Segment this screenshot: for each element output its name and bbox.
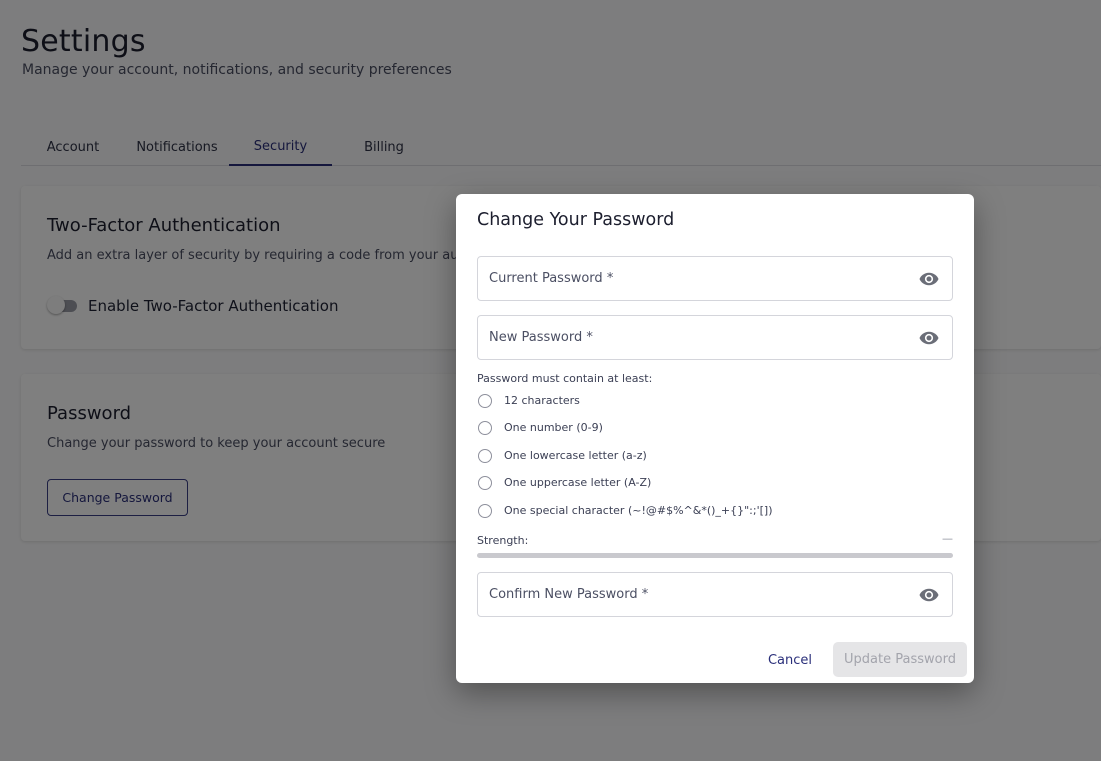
dialog-title: Change Your Password <box>477 210 675 230</box>
requirements-title: Password must contain at least: <box>477 372 653 385</box>
requirement-status-icon <box>478 449 492 463</box>
eye-icon[interactable] <box>918 328 940 348</box>
requirement-status-icon <box>478 504 492 518</box>
requirement-status-icon <box>478 476 492 490</box>
requirement-text: 12 characters <box>504 394 580 407</box>
requirement-item: 12 characters <box>477 393 937 409</box>
strength-value: — <box>942 532 953 545</box>
confirm-password-label: Confirm New Password * <box>489 587 649 602</box>
eye-icon[interactable] <box>918 269 940 289</box>
new-password-label: New Password * <box>489 330 593 345</box>
requirement-text: One special character (~!@#$%^&*()_+{}":… <box>504 504 773 517</box>
eye-icon[interactable] <box>918 585 940 605</box>
requirement-status-icon <box>478 394 492 408</box>
update-password-button[interactable]: Update Password <box>833 642 967 677</box>
requirement-item: One lowercase letter (a-z) <box>477 448 937 464</box>
confirm-password-field[interactable]: Confirm New Password * <box>477 572 953 617</box>
requirement-item: One special character (~!@#$%^&*()_+{}":… <box>477 503 937 519</box>
requirement-item: One number (0-9) <box>477 420 937 436</box>
current-password-field[interactable]: Current Password * <box>477 256 953 301</box>
change-password-dialog: Change Your Password Current Password * … <box>456 194 974 683</box>
requirement-text: One lowercase letter (a-z) <box>504 449 647 462</box>
strength-meter <box>477 553 953 558</box>
strength-label: Strength: <box>477 534 529 547</box>
requirement-text: One number (0-9) <box>504 421 603 434</box>
new-password-field[interactable]: New Password * <box>477 315 953 360</box>
requirement-item: One uppercase letter (A-Z) <box>477 475 937 491</box>
cancel-button[interactable]: Cancel <box>758 643 822 677</box>
current-password-label: Current Password * <box>489 271 614 286</box>
requirement-status-icon <box>478 421 492 435</box>
requirement-text: One uppercase letter (A-Z) <box>504 476 652 489</box>
